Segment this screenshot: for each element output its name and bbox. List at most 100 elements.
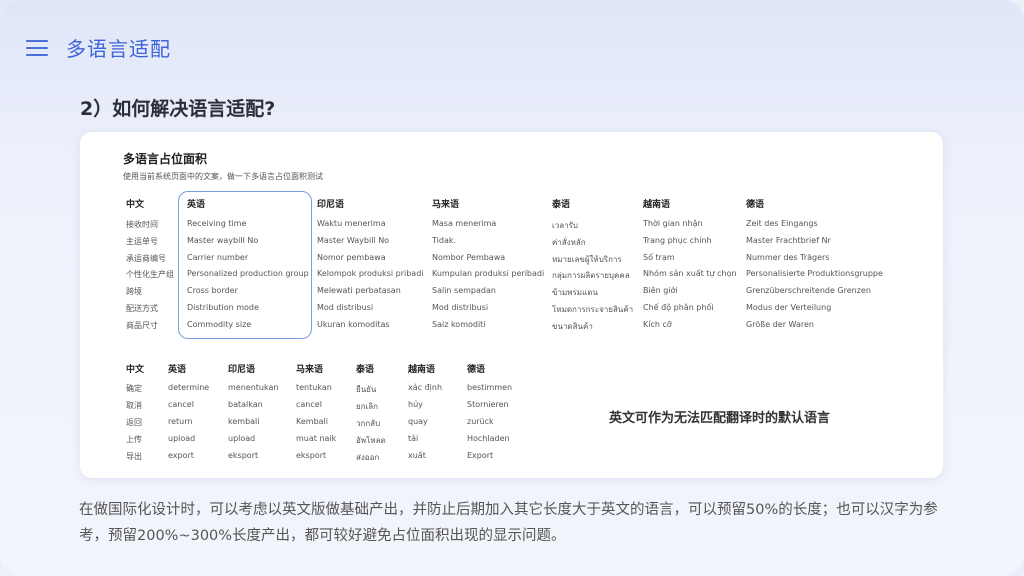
table1-header: 越南语 xyxy=(643,200,671,210)
table1-cell: Mod distribusi xyxy=(317,303,374,312)
table2-header: 德语 xyxy=(467,365,486,375)
table2-header: 英语 xyxy=(168,365,187,375)
table2-cell: ยืนยัน xyxy=(356,385,377,394)
table1-cell: Master Frachtbrief Nr xyxy=(746,235,831,245)
table2-cell: zurück xyxy=(467,416,494,426)
table1-cell: Waktu menerima xyxy=(317,219,386,228)
table2-cell: upload xyxy=(168,433,196,443)
table1-cell: Master Waybill No xyxy=(317,235,390,245)
table2-cell: cancel xyxy=(296,399,322,409)
table1-cell: Mod distribusi xyxy=(432,303,489,312)
table1-cell: Master waybill No xyxy=(187,235,259,245)
menu-line xyxy=(26,47,48,49)
table1-cell: 承运商编号 xyxy=(126,253,166,263)
table2-cell: export xyxy=(168,450,194,460)
table1-cell: Tidak. xyxy=(432,235,457,245)
table1-cell: Commodity size xyxy=(187,319,252,329)
table1-cell: Größe der Waren xyxy=(746,319,814,329)
table2-header: 马来语 xyxy=(296,365,324,375)
table1-cell: Distribution mode xyxy=(187,303,259,312)
table1-cell: Personalized production group xyxy=(187,269,309,279)
table2-cell: 导出 xyxy=(126,451,142,461)
table2-cell: xuất xyxy=(408,450,426,460)
table1-cell: Kumpulan produksi peribadi xyxy=(432,269,545,279)
table1-cell: กลุ่มการผลิตรายบุคคล xyxy=(552,271,630,281)
table1-cell: Receiving time xyxy=(187,219,247,228)
table2-header: 泰语 xyxy=(356,365,375,375)
table1-cell: Masa menerima xyxy=(432,219,497,228)
table1-cell: Số trạm xyxy=(643,252,675,262)
table2-cell: hủy xyxy=(408,399,423,409)
english-column-highlight xyxy=(178,191,312,339)
table2-cell: kembali xyxy=(228,416,260,426)
table1-cell: Chế độ phân phối xyxy=(643,303,714,312)
table2-cell: Hochladen xyxy=(467,433,510,443)
table1-cell: โหมดการกระจายสินค้า xyxy=(552,305,634,314)
hamburger-menu-icon[interactable] xyxy=(26,40,48,56)
table2-cell: eksport xyxy=(228,450,259,460)
card-subtitle: 使用当前系统页面中的文案，做一下多语言占位面积测试 xyxy=(123,172,323,181)
table2-cell: return xyxy=(168,416,193,426)
table2-cell: ยกเลิก xyxy=(356,401,379,411)
table1-header: 泰语 xyxy=(552,200,571,210)
table2-cell: อัพโหลด xyxy=(356,435,386,445)
table1-cell: Salin sempadan xyxy=(432,286,496,296)
table2-header: 印尼语 xyxy=(228,365,256,375)
table2-cell: menentukan xyxy=(228,383,279,392)
table2-cell: bestimmen xyxy=(467,383,513,392)
table1-cell: Nomor pembawa xyxy=(317,252,386,262)
table1-cell: Cross border xyxy=(187,286,238,296)
table1-cell: 个性化生产组 xyxy=(126,270,174,280)
table2-cell: xác định xyxy=(408,383,443,392)
menu-line xyxy=(26,54,48,56)
table1-cell: 主运单号 xyxy=(126,236,158,246)
table1-cell: Nhóm sản xuất tự chọn xyxy=(643,269,737,279)
table2-cell: ส่งออก xyxy=(356,452,380,462)
table1-cell: 接收时间 xyxy=(126,220,158,229)
table2-cell: วกกลับ xyxy=(356,418,381,428)
table1-cell: Nummer des Trägers xyxy=(746,252,830,262)
table1-cell: Saiz komoditi xyxy=(432,319,486,329)
table1-cell: เวลารับ xyxy=(552,221,578,230)
table2-cell: Stornieren xyxy=(467,399,509,409)
table2-cell: eksport xyxy=(296,450,327,460)
table1-cell: Carrier number xyxy=(187,252,249,262)
table1-cell: Personalisierte Produktionsgruppe xyxy=(746,269,883,279)
default-language-note: 英文可作为无法匹配翻译时的默认语言 xyxy=(609,411,831,426)
table1-header: 德语 xyxy=(746,200,765,210)
table1-cell: Trang phục chính xyxy=(643,235,712,245)
footer-text: 在做国际化设计时，可以考虑以英文版做基础产出，并防止后期加入其它长度大于英文的语… xyxy=(79,502,938,544)
table2-cell: determine xyxy=(168,383,210,392)
table1-cell: 配送方式 xyxy=(126,304,158,313)
table2-cell: tải xyxy=(408,433,419,443)
table1-cell: Zeit des Eingangs xyxy=(746,219,818,228)
table1-cell: Biên giới xyxy=(643,286,678,296)
table1-cell: Thời gian nhận xyxy=(643,219,703,228)
table1-header: 中文 xyxy=(126,200,145,210)
table1-cell: หมายเลขผู้ให้บริการ xyxy=(552,254,622,264)
table2-cell: 上传 xyxy=(126,434,142,444)
table2-cell: tentukan xyxy=(296,383,332,392)
table1-cell: 商品尺寸 xyxy=(126,320,158,330)
table1-header: 英语 xyxy=(187,200,206,210)
table2-header: 越南语 xyxy=(408,365,436,375)
section-title: 2）如何解决语言适配? xyxy=(80,98,276,120)
table1-header: 印尼语 xyxy=(317,200,345,210)
multilang-card: 多语言占位面积 使用当前系统页面中的文案，做一下多语言占位面积测试 英文可作为无… xyxy=(80,132,943,478)
table1-cell: ข้ามพรมแดน xyxy=(552,288,598,298)
table1-cell: Melewati perbatasan xyxy=(317,286,401,296)
table1-cell: Kích cỡ xyxy=(643,319,672,329)
table2-cell: cancel xyxy=(168,399,194,409)
table1-header: 马来语 xyxy=(432,200,460,210)
table1-cell: Nombor Pembawa xyxy=(432,252,506,262)
table2-cell: 取消 xyxy=(126,400,142,410)
table2-cell: Export xyxy=(467,450,494,460)
header-title: 多语言适配 xyxy=(66,37,171,61)
table1-cell: Grenzüberschreitende Grenzen xyxy=(746,286,871,296)
table2-cell: Kembali xyxy=(296,416,328,426)
table2-cell: muat naik xyxy=(296,433,337,443)
table2-cell: batalkan xyxy=(228,399,263,409)
table1-cell: ขนาดสินค้า xyxy=(552,321,593,331)
table1-cell: Ukuran komoditas xyxy=(317,319,390,329)
table2-header: 中文 xyxy=(126,365,145,375)
